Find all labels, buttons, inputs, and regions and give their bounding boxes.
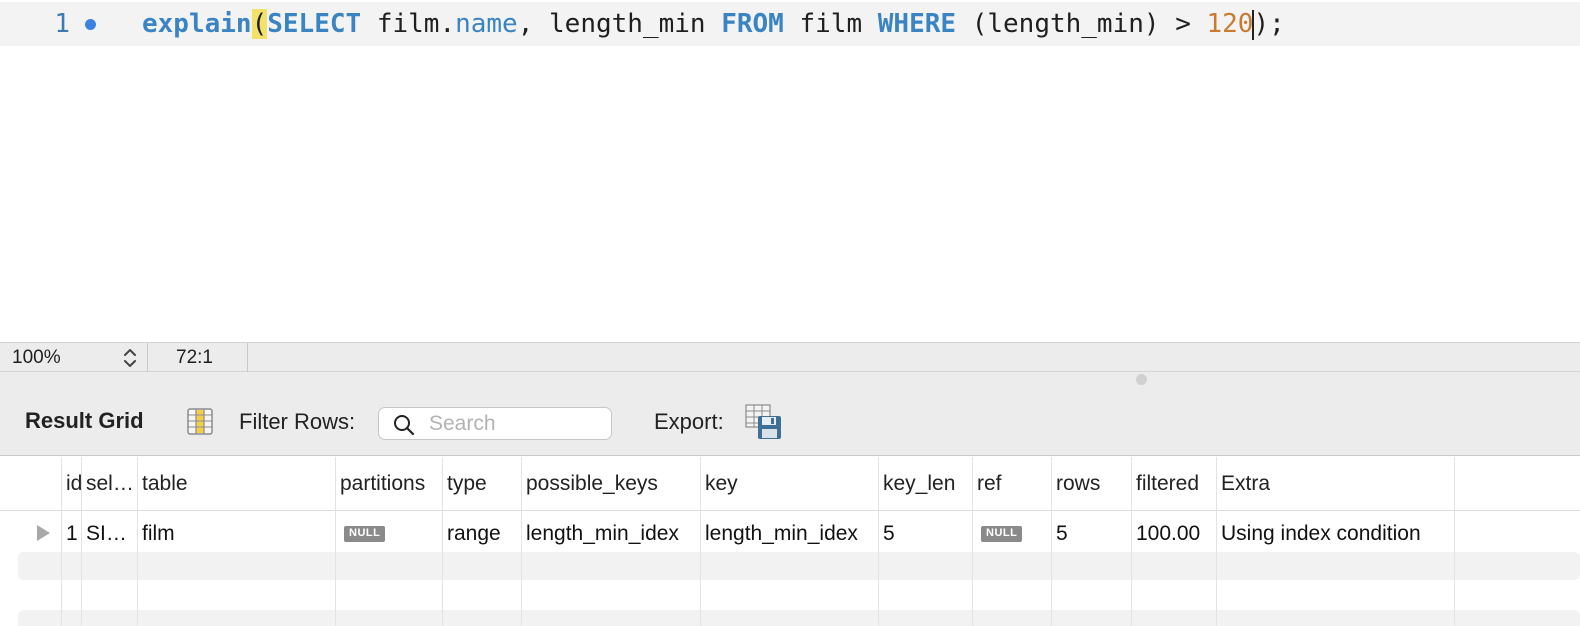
null-badge: NULL <box>344 526 386 543</box>
token-film: film <box>783 9 878 39</box>
cell-rows[interactable]: 5 <box>1051 511 1131 557</box>
column-header-table[interactable]: table <box>137 457 335 511</box>
token-paren-open: ( <box>251 9 268 39</box>
column-header-extra[interactable]: Extra <box>1216 457 1454 511</box>
search-icon <box>393 414 415 436</box>
cell-select-type[interactable]: SI… <box>81 511 137 557</box>
chevron-up-down-icon <box>124 349 136 367</box>
token-number: 120 <box>1206 9 1254 39</box>
token-paren-close: ); <box>1253 9 1285 39</box>
code-text[interactable]: explain(SELECT film.name, length_min FRO… <box>142 2 1285 46</box>
cell-possible-keys[interactable]: length_min_idex <box>521 511 700 557</box>
column-header-key-len[interactable]: key_len <box>878 457 972 511</box>
filter-search-input[interactable] <box>429 410 605 438</box>
cell-filtered[interactable]: 100.00 <box>1131 511 1216 557</box>
cell-ref[interactable]: NULL <box>972 511 1051 557</box>
column-header-id[interactable]: id <box>61 457 81 511</box>
token-from: FROM <box>721 9 784 39</box>
column-header-rows[interactable]: rows <box>1051 457 1131 511</box>
column-header-select-type[interactable]: sel… <box>81 457 137 511</box>
empty-row-stripe <box>18 610 1580 626</box>
result-grid[interactable]: id sel… table partitions type possible_k… <box>0 457 1580 626</box>
token-length-min: , length_min <box>517 9 722 39</box>
result-grid-toggle-icon[interactable] <box>187 408 213 435</box>
filter-search-box[interactable] <box>378 407 612 440</box>
code-line-1[interactable]: 1 explain(SELECT film.name, length_min F… <box>0 2 1580 46</box>
grid-columns-icon <box>187 408 213 435</box>
row-selector-arrow-icon[interactable] <box>37 525 50 541</box>
status-separator <box>247 343 248 373</box>
column-header-key[interactable]: key <box>700 457 878 511</box>
token-select-rest: ELECT <box>282 9 362 39</box>
token-explain: explain <box>142 9 252 39</box>
export-save-icon[interactable] <box>745 404 783 440</box>
table-row[interactable]: 1 SI… film NULL range length_min_idex le… <box>0 511 1580 557</box>
column-header-ref[interactable]: ref <box>972 457 1051 511</box>
result-grid-title[interactable]: Result Grid <box>25 408 144 434</box>
result-toolbar: Result Grid Filter Rows: Export: <box>0 372 1580 456</box>
sql-editor[interactable]: 1 explain(SELECT film.name, length_min F… <box>0 0 1580 342</box>
token-select-first-letter: S <box>267 9 283 39</box>
zoom-level[interactable]: 100% <box>12 343 61 373</box>
cell-key[interactable]: length_min_idex <box>700 511 878 557</box>
token-where: WHERE <box>877 9 957 39</box>
column-header-filtered[interactable]: filtered <box>1131 457 1216 511</box>
splitter-handle[interactable] <box>1136 374 1147 385</box>
export-label: Export: <box>654 409 724 434</box>
cell-extra[interactable]: Using index condition <box>1216 511 1454 557</box>
grid-header-row: id sel… table partitions type possible_k… <box>0 457 1580 511</box>
cell-type[interactable]: range <box>442 511 521 557</box>
cell-partitions[interactable]: NULL <box>335 511 442 557</box>
null-badge: NULL <box>981 526 1023 543</box>
zoom-stepper-icon[interactable] <box>120 346 140 370</box>
status-separator <box>147 343 148 373</box>
token-condition: (length_min) > <box>956 9 1207 39</box>
column-header-type[interactable]: type <box>442 457 521 511</box>
token-film-dot: film. <box>361 9 456 39</box>
cell-key-len[interactable]: 5 <box>878 511 972 557</box>
token-name: name <box>455 9 518 39</box>
breakpoint-dot-icon[interactable] <box>85 19 96 30</box>
cell-id[interactable]: 1 <box>61 511 81 557</box>
line-number: 1 <box>54 9 70 39</box>
cell-table[interactable]: film <box>137 511 335 557</box>
filter-rows-label: Filter Rows: <box>239 409 356 434</box>
column-header-partitions[interactable]: partitions <box>335 457 442 511</box>
editor-status-bar: 100% 72:1 <box>0 342 1580 373</box>
cursor-position: 72:1 <box>176 347 213 368</box>
column-header-possible-keys[interactable]: possible_keys <box>521 457 700 511</box>
